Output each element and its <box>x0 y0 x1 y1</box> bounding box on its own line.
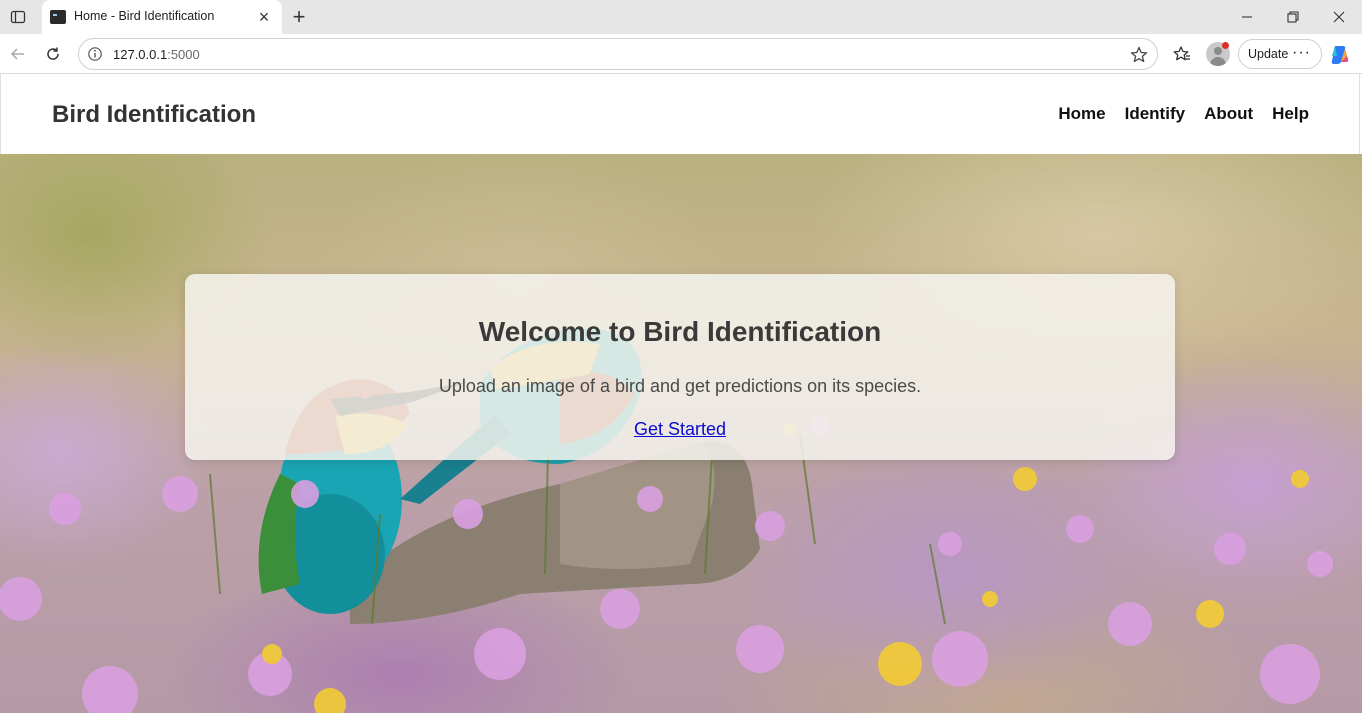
minimize-icon[interactable] <box>1224 0 1270 34</box>
nav-link-identify[interactable]: Identify <box>1125 104 1185 124</box>
favorites-icon[interactable] <box>1170 42 1194 66</box>
page-viewport: Bird Identification Home Identify About … <box>0 74 1362 713</box>
bookmark-star-icon[interactable] <box>1129 45 1149 65</box>
url-text: 127.0.0.1:5000 <box>113 47 200 62</box>
update-label: Update <box>1248 47 1289 61</box>
update-button[interactable]: Update ··· <box>1238 39 1322 69</box>
get-started-link[interactable]: Get Started <box>185 419 1175 440</box>
close-tab-icon[interactable]: × <box>254 7 274 27</box>
new-tab-button[interactable]: + <box>288 5 310 29</box>
main-nav: Home Identify About Help <box>1039 104 1309 124</box>
site-header: Bird Identification Home Identify About … <box>0 74 1360 154</box>
restore-icon[interactable] <box>1270 0 1316 34</box>
browser-tab-bar: Home - Bird Identification × + <box>0 0 1362 34</box>
welcome-subtitle: Upload an image of a bird and get predic… <box>438 376 922 396</box>
site-brand[interactable]: Bird Identification <box>52 101 256 129</box>
site-info-icon[interactable] <box>87 46 103 62</box>
copilot-icon[interactable] <box>1328 42 1352 66</box>
tab-actions-icon[interactable] <box>6 5 30 29</box>
back-arrow-icon[interactable] <box>6 42 30 66</box>
notification-dot <box>1222 42 1229 49</box>
address-bar[interactable]: 127.0.0.1:5000 <box>78 38 1158 70</box>
terminal-favicon-icon <box>50 10 66 24</box>
nav-link-help[interactable]: Help <box>1272 104 1309 124</box>
url-host: 127.0.0.1 <box>113 47 168 62</box>
nav-link-home[interactable]: Home <box>1058 104 1105 124</box>
browser-toolbar: 127.0.0.1:5000 Update ··· <box>0 34 1362 74</box>
more-menu-icon[interactable]: ··· <box>1292 44 1311 62</box>
url-port: :5000 <box>167 47 200 62</box>
welcome-card: Welcome to Bird Identification Upload an… <box>185 274 1175 460</box>
welcome-heading: Welcome to Bird Identification <box>478 316 882 347</box>
tab-title: Home - Bird Identification <box>74 9 215 23</box>
hero-section: Welcome to Bird Identification Upload an… <box>0 154 1362 713</box>
close-window-icon[interactable] <box>1316 0 1362 34</box>
browser-tab-active[interactable]: Home - Bird Identification × <box>42 0 282 34</box>
nav-link-about[interactable]: About <box>1204 104 1253 124</box>
reload-icon[interactable] <box>41 42 65 66</box>
